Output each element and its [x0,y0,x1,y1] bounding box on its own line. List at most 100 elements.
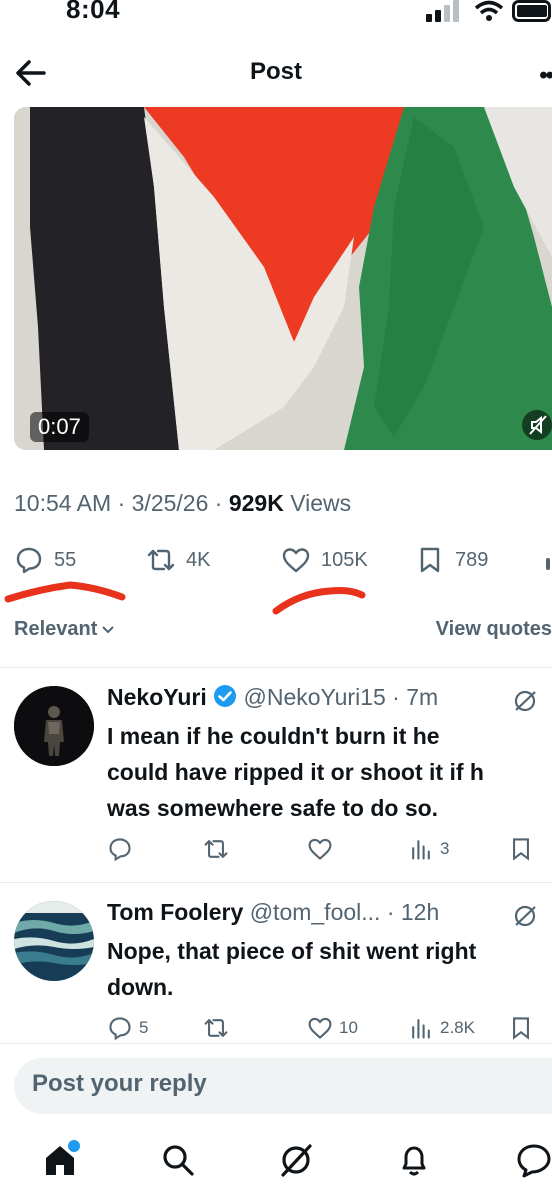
views-action[interactable]: 2.8K [408,1015,475,1041]
repost-icon [147,549,175,571]
repost-action[interactable] [203,836,229,862]
bookmark-count: 789 [455,548,489,571]
view-quotes-link[interactable]: View quotes [436,618,552,641]
share-icon[interactable] [544,558,552,570]
reply-text-line: I mean if he couldn't burn it he [107,723,440,749]
bookmark-stat[interactable]: 789 [415,545,488,575]
analytics-icon [412,840,430,860]
repost-count: 4K [186,548,211,571]
reply-action[interactable]: 5 [107,1015,148,1041]
wifi-icon [474,0,504,21]
reply-header: Tom Foolery @tom_fool... · 12h [107,899,439,926]
reply-count: 5 [139,1018,149,1037]
video-frame [14,107,552,450]
avatar-waves [14,901,94,981]
bottom-nav [0,1138,552,1200]
bookmark-icon [513,838,529,861]
volume-off-icon[interactable] [522,410,552,440]
nav-notifications[interactable] [396,1142,432,1183]
search-icon [163,1145,194,1176]
reply-time: 12h [400,899,440,925]
sort-label: Relevant [14,618,98,640]
speaker-muted-glyph [529,415,547,435]
views-count: 2.8K [440,1018,475,1037]
reply-header: NekoYuri @NekoYuri15 · 7m [107,684,438,711]
views-action[interactable]: 3 [408,836,449,862]
time-separator: · [380,899,401,925]
avatar-figure [14,686,94,766]
bookmark-action[interactable] [508,836,534,862]
grok-icon [281,1144,312,1177]
reply-icon [109,838,131,862]
views-count: 929K [228,490,284,516]
sort-dropdown[interactable]: Relevant [14,618,115,641]
tweet-date: 3/25/26 [131,490,209,516]
repost-icon [204,1018,228,1038]
nav-grok[interactable] [278,1142,314,1183]
repost-action[interactable] [203,1015,229,1041]
views-label: Views [290,490,352,516]
repost-icon [204,839,228,859]
divider [0,1043,552,1044]
bookmark-icon [513,1017,529,1040]
bookmark-action[interactable] [508,1015,534,1041]
nav-search[interactable] [160,1142,196,1183]
nav-messages[interactable] [516,1142,552,1183]
battery-icon [512,0,551,22]
chevron-down-icon [102,625,115,633]
reply-stat[interactable]: 55 [14,545,76,575]
like-count: 10 [339,1018,358,1037]
grok-icon[interactable] [512,688,538,714]
bookmark-icon [420,547,440,573]
analytics-icon [412,1019,430,1039]
nav-home[interactable] [42,1138,82,1183]
views-count: 3 [440,839,450,858]
tweet-time: 10:54 AM [14,490,112,516]
reply-text-line: Nope, that piece of shit went right [107,938,477,964]
ellipsis-icon[interactable]: •• [539,62,552,90]
reply-text: I mean if he couldn't burn it he could h… [107,718,484,826]
heart-icon [282,548,310,573]
avatar[interactable] [14,686,94,766]
author-name[interactable]: NekoYuri [107,684,207,710]
meta-separator: · [117,490,132,516]
like-action[interactable] [307,836,333,862]
heart-icon [308,838,332,860]
page-title: Post [249,58,302,85]
reply-item[interactable]: NekoYuri @NekoYuri15 · 7m I mean if he c… [0,668,552,882]
time-separator: · [385,684,407,710]
reply-text-line: down. [107,974,174,1000]
tweet-meta: 10:54 AM · 3/25/26 · 929K Views [14,490,351,517]
reply-placeholder: Post your reply [32,1070,207,1097]
like-count: 105K [321,548,368,571]
message-icon [517,1144,551,1178]
reply-item[interactable]: Tom Foolery @tom_fool... · 12h Nope, tha… [0,883,552,1043]
author-handle[interactable]: @tom_fool... [250,899,381,925]
reply-input[interactable]: Post your reply [14,1058,552,1114]
reply-icon [16,547,42,574]
bell-icon [402,1146,426,1176]
reply-icon [109,1017,131,1041]
red-annotation-marks [4,581,366,615]
verified-badge-icon [214,685,237,707]
meta-separator: · [214,490,229,516]
avatar[interactable] [14,901,94,981]
video-duration: 0:07 [30,412,89,442]
author-handle[interactable]: @NekoYuri15 [244,684,386,710]
reply-action[interactable] [107,836,133,862]
reply-time: 7m [406,684,439,710]
notification-dot [66,1138,82,1154]
reply-text: Nope, that piece of shit went right down… [107,933,476,1005]
status-icons [426,0,552,22]
video-player[interactable]: 0:07 [14,107,552,450]
reply-count: 55 [54,548,77,571]
heart-icon [308,1017,332,1039]
grok-icon[interactable] [512,903,538,929]
like-stat[interactable]: 105K [281,545,368,575]
repost-stat[interactable]: 4K [146,545,210,575]
signal-icon [426,0,459,22]
reply-text-line: could have ripped it or shoot it if h [107,759,484,785]
author-name[interactable]: Tom Foolery [107,899,243,925]
like-action[interactable]: 10 [307,1015,358,1041]
status-time: 8:04 [66,0,121,24]
